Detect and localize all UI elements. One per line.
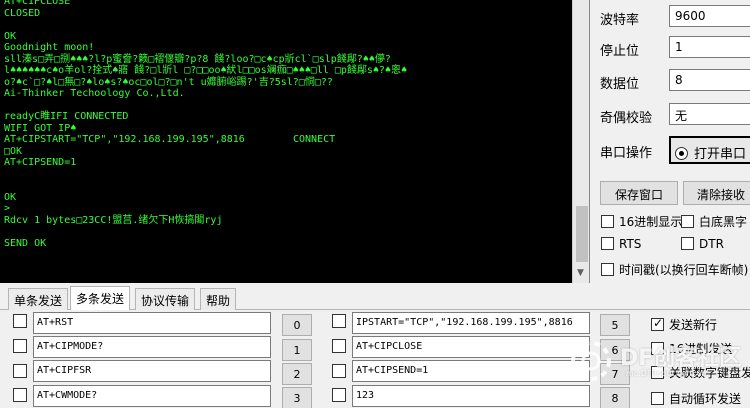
send-input-1[interactable]: AT+CIPMODE? <box>33 336 271 358</box>
timestamp-option[interactable]: 时间戳(以换行回车断帧) <box>601 261 748 278</box>
send-input-2[interactable]: AT+CIPFSR <box>33 360 271 382</box>
terminal-scrollbar[interactable]: ▼ <box>572 0 589 283</box>
terminal-line: > <box>4 203 11 214</box>
send-button-3[interactable]: 3 <box>282 387 312 408</box>
send-button-2[interactable]: 2 <box>282 363 312 385</box>
dtr-checkbox[interactable] <box>681 237 694 250</box>
tab-multi-send[interactable]: 多条发送 <box>70 286 131 311</box>
dtr-option[interactable]: DTR <box>681 237 724 251</box>
terminal-line: l♠♠♠♠♠♠c♠o羊ol?拴式♠寤 餞?□l斨l □?□□oo♠紎l□□os斓… <box>4 65 407 76</box>
baud-rate-label: 波特率 <box>600 13 640 28</box>
keypad-send-option[interactable]: 关联数字键盘发送 <box>651 364 750 381</box>
hex-display-option[interactable]: 16进制显示 <box>601 213 682 230</box>
send-button-0[interactable]: 0 <box>282 314 312 336</box>
send-newline-checkbox[interactable] <box>651 316 664 331</box>
terminal-line: readyC睢IFI CONNECTED <box>4 111 129 122</box>
send-button-8[interactable]: 8 <box>600 387 630 408</box>
parity-label: 奇偶校验 <box>600 111 653 126</box>
hex-send-option[interactable]: 16进制发送 <box>651 340 732 357</box>
data-bits-label: 数据位 <box>600 77 640 92</box>
send-input-3[interactable]: AT+CWMODE? <box>33 385 271 407</box>
terminal-line: OK <box>4 30 17 42</box>
scroll-down-arrow-icon[interactable]: ▼ <box>577 268 584 278</box>
row-checkbox-5[interactable] <box>332 314 346 328</box>
rts-option[interactable]: RTS <box>601 237 641 251</box>
baud-rate-select[interactable]: 9600 <box>669 5 750 27</box>
send-input-5[interactable]: IPSTART="TCP","192.168.199.195",8816 <box>352 312 590 334</box>
send-button-1[interactable]: 1 <box>282 339 312 361</box>
keypad-send-checkbox[interactable] <box>651 366 664 379</box>
row-checkbox-8[interactable] <box>332 388 346 402</box>
hex-display-checkbox[interactable] <box>601 215 614 228</box>
receive-terminal[interactable]: AT+CIPCLOSE CLOSED OK Goodnight moon! sll溱s… <box>0 0 590 283</box>
auto-loop-option[interactable]: 自动循环发送 <box>651 390 741 407</box>
send-newline-option[interactable]: 发送新行 <box>651 316 717 333</box>
terminal-line: AT+CIPSTART="TCP","192.168.199.195",8816… <box>4 134 336 145</box>
open-port-button[interactable]: 打开串口 <box>669 136 750 164</box>
send-tab-bar: 单条发送 多条发送 协议传输 帮助 <box>0 286 750 311</box>
clear-receive-button[interactable]: 清除接收 <box>683 181 750 205</box>
tab-help[interactable]: 帮助 <box>200 288 237 310</box>
scrollbar-thumb[interactable] <box>576 206 588 262</box>
rts-checkbox[interactable] <box>601 237 614 250</box>
terminal-line: SEND OK <box>4 237 47 249</box>
terminal-line: □OK <box>4 145 23 157</box>
terminal-line: WIFI GOT IP♠ <box>4 122 77 134</box>
tab-protocol[interactable]: 协议传输 <box>135 288 196 310</box>
terminal-line: OK <box>4 191 17 203</box>
white-bg-checkbox[interactable] <box>681 215 694 228</box>
multi-send-panel: AT+RST 0 IPSTART="TCP","192.168.199.195"… <box>0 310 750 408</box>
row-checkbox-0[interactable] <box>13 314 27 328</box>
white-bg-option[interactable]: 白底黑字 <box>681 213 747 230</box>
send-button-5[interactable]: 5 <box>600 314 630 336</box>
save-window-button[interactable]: 保存窗口 <box>600 181 678 205</box>
row-checkbox-6[interactable] <box>332 339 346 353</box>
send-input-7[interactable]: AT+CIPSEND=1 <box>352 360 590 382</box>
terminal-line: AT+CIPSEND=1 <box>4 157 77 168</box>
radio-selected-icon <box>675 147 688 160</box>
terminal-line: sll溱s□弄□捌♠♠♠?l?p蜜誊?籁□褶偃瓣?p?8 餞?loo?□c♠cp… <box>4 53 391 65</box>
terminal-line: o?♠c`□?♠l□無□?♠lo♠s?♠oc□ol□?□n't u孊腑峪踢?'吉… <box>4 76 333 88</box>
send-input-6[interactable]: AT+CIPCLOSE <box>352 336 590 358</box>
terminal-line: AT+CIPCLOSE <box>4 0 71 7</box>
stop-bits-select[interactable]: 1 <box>669 36 750 58</box>
row-checkbox-2[interactable] <box>13 364 27 378</box>
parity-select[interactable]: 无 <box>669 103 750 125</box>
auto-loop-checkbox[interactable] <box>651 392 664 405</box>
row-checkbox-3[interactable] <box>13 388 27 402</box>
terminal-line: Goodnight moon! <box>4 42 95 53</box>
timestamp-checkbox[interactable] <box>601 263 614 276</box>
terminal-line: CLOSED <box>4 7 41 19</box>
hex-send-checkbox[interactable] <box>651 342 664 355</box>
send-input-8[interactable]: 123 <box>352 385 590 407</box>
row-checkbox-7[interactable] <box>332 364 346 378</box>
terminal-output: AT+CIPCLOSE CLOSED OK Goodnight moon! sll溱s… <box>4 0 572 249</box>
stop-bits-label: 停止位 <box>600 44 640 59</box>
row-checkbox-1[interactable] <box>13 339 27 353</box>
port-operation-label: 串口操作 <box>600 146 653 161</box>
tab-single-send[interactable]: 单条发送 <box>8 288 69 310</box>
terminal-line: Ai-Thinker Techoology Co.,Ltd. <box>4 88 185 99</box>
serial-settings-panel: 波特率 9600 停止位 1 数据位 8 奇偶校验 无 串口操作 打开串口 保存… <box>591 0 750 283</box>
terminal-line: Rdcv 1 bytes□23CC!盟莒.绪欠下H恢搞閣ryj <box>4 214 223 226</box>
data-bits-select[interactable]: 8 <box>669 69 750 91</box>
send-input-0[interactable]: AT+RST <box>33 312 271 334</box>
send-button-6[interactable]: 6 <box>600 339 630 361</box>
send-button-7[interactable]: 7 <box>600 363 630 385</box>
